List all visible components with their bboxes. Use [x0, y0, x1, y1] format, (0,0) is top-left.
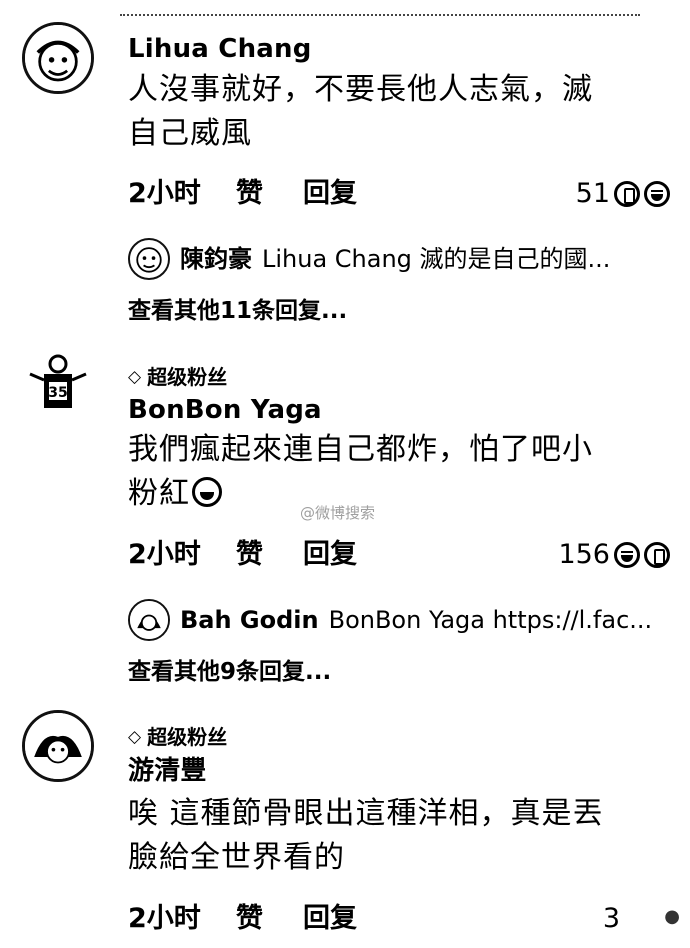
- reply-author: Bah Godin: [180, 606, 319, 634]
- comment-text: 唉 這種節骨眼出這種洋相，真是丟 臉給全世界看的: [128, 792, 648, 880]
- reply-text: Lihua Chang 滅的是自己的國...: [262, 245, 611, 273]
- comment-text: 我們瘋起來連自己都炸，怕了吧小 粉紅: [128, 428, 648, 516]
- comment-text-line: 唉 這種節骨眼出這種洋相，真是丟: [128, 796, 604, 831]
- reply-button[interactable]: 回复: [303, 901, 357, 937]
- reply-author: 陳鈞豪: [180, 245, 252, 273]
- reply-text: BonBon Yaga https://l.fac...: [328, 606, 653, 634]
- diamond-icon: ◇: [128, 727, 142, 747]
- laugh-icon: [644, 181, 670, 207]
- timestamp: 2小时: [128, 539, 201, 570]
- reaction-summary[interactable]: 51: [576, 176, 670, 212]
- svg-text:35: 35: [48, 385, 67, 401]
- reply-button[interactable]: 回复: [303, 537, 357, 573]
- view-more-replies[interactable]: 查看其他11条回复...: [128, 294, 347, 328]
- comment-actions: 2小时 赞 回复: [128, 901, 357, 937]
- avatar[interactable]: [22, 22, 94, 94]
- laugh-emoji-icon: [192, 477, 222, 507]
- top-divider: [120, 14, 640, 16]
- laugh-icon: [614, 542, 640, 568]
- timestamp: 2小时: [128, 178, 201, 209]
- timestamp: 2小时: [128, 903, 201, 934]
- reaction-summary[interactable]: 156: [558, 537, 670, 573]
- super-fan-badge: ◇ 超级粉丝: [128, 364, 227, 390]
- watermark: @微博搜索: [300, 504, 376, 522]
- like-button[interactable]: 赞: [236, 176, 303, 212]
- reaction-count: 156: [558, 539, 610, 570]
- super-fan-badge: ◇ 超级粉丝: [128, 724, 227, 750]
- avatar[interactable]: 35: [22, 350, 94, 422]
- like-button[interactable]: 赞: [236, 901, 303, 937]
- comment-text-line: 臉給全世界看的: [128, 840, 345, 875]
- thumb-icon: [644, 542, 670, 568]
- commenter-name[interactable]: BonBon Yaga: [128, 393, 322, 427]
- comment-text-line: 粉紅: [128, 472, 648, 516]
- comment-text-line: 人沒事就好，不要長他人志氣，滅: [128, 72, 593, 107]
- corner-logo-icon: ●: [664, 906, 680, 927]
- view-more-replies[interactable]: 查看其他9条回复...: [128, 655, 331, 689]
- comment-text-line: 自己威風: [128, 116, 252, 151]
- reaction-count: 51: [575, 178, 610, 209]
- commenter-name[interactable]: 游清豐: [128, 754, 207, 788]
- avatar[interactable]: [22, 710, 94, 782]
- reaction-summary[interactable]: 3: [603, 901, 620, 937]
- like-button[interactable]: 赞: [236, 537, 303, 573]
- diamond-icon: ◇: [128, 367, 142, 387]
- reply-avatar: [128, 599, 170, 641]
- commenter-name[interactable]: Lihua Chang: [128, 32, 312, 66]
- comment-text-line: 我們瘋起來連自己都炸，怕了吧小: [128, 432, 593, 467]
- reply-preview[interactable]: 陳鈞豪 Lihua Chang 滅的是自己的國...: [128, 238, 668, 280]
- reaction-count: 3: [602, 903, 620, 934]
- thumb-icon: [614, 181, 640, 207]
- comment-text: 人沒事就好，不要長他人志氣，滅 自己威風: [128, 68, 648, 156]
- reply-preview[interactable]: Bah Godin BonBon Yaga https://l.fac...: [128, 599, 668, 641]
- comment-actions: 2小时 赞 回复: [128, 537, 357, 573]
- comment-actions: 2小时 赞 回复: [128, 176, 357, 212]
- reply-button[interactable]: 回复: [303, 176, 357, 212]
- badge-label: 超级粉丝: [147, 365, 228, 389]
- reply-avatar: [128, 238, 170, 280]
- badge-label: 超级粉丝: [147, 725, 228, 749]
